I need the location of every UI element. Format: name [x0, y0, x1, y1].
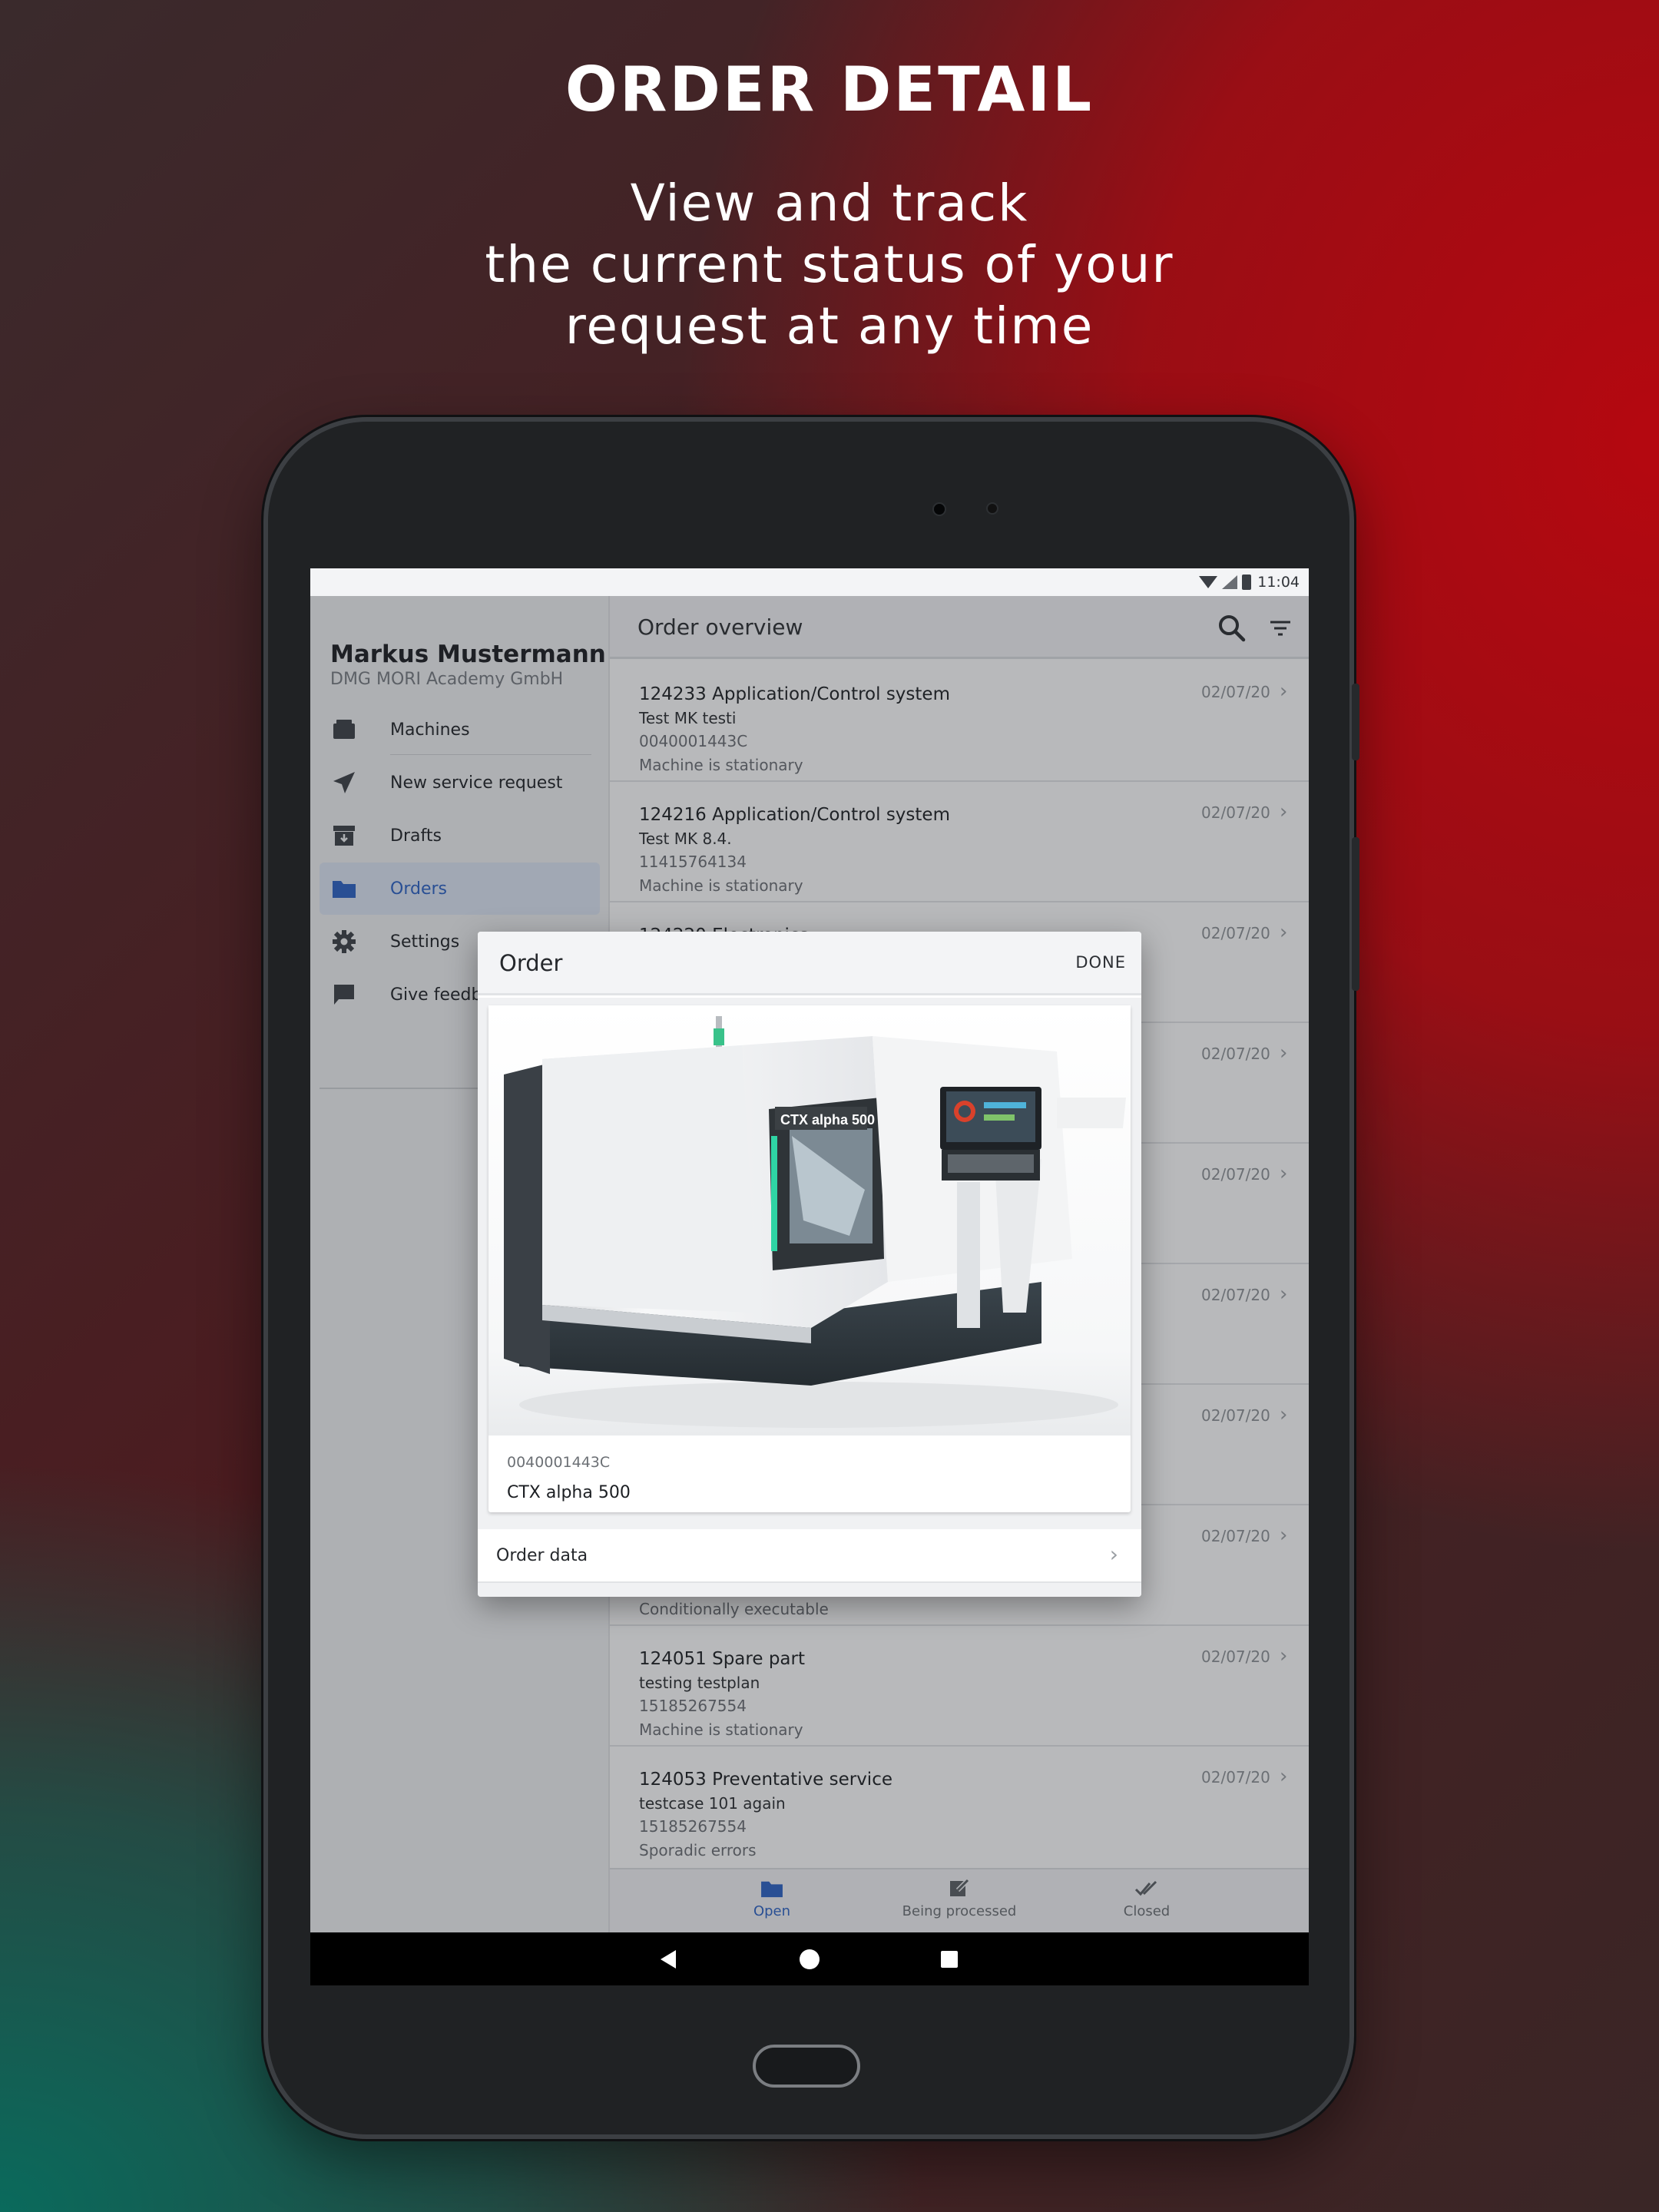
sensor — [986, 502, 998, 515]
machine-number: 0040001443C — [507, 1454, 611, 1471]
signal-icon — [1222, 575, 1238, 589]
volume-button — [1352, 684, 1359, 760]
promo-subtitle-line: the current status of your — [485, 235, 1174, 294]
home-button[interactable] — [753, 2045, 860, 2088]
machine-image: CTX alpha 500 — [488, 1005, 1131, 1435]
machine-badge: CTX alpha 500 — [780, 1112, 875, 1128]
order-data-label: Order data — [496, 1546, 588, 1565]
done-button[interactable]: DONE — [1075, 953, 1126, 972]
promo-subtitle-line: View and track — [630, 174, 1029, 233]
power-button — [1352, 837, 1359, 991]
order-data-row[interactable]: Order data › — [478, 1529, 1141, 1583]
promo-title: ORDER DETAIL — [565, 54, 1094, 125]
status-bar: 11:04 — [310, 568, 1309, 596]
dialog-header: Order DONE — [478, 932, 1141, 995]
front-camera — [932, 502, 946, 516]
machine-card[interactable]: CTX alpha 500 0040001443C CTX alpha 500 — [488, 1005, 1131, 1512]
dialog-body: CTX alpha 500 0040001443C CTX alpha 500 … — [478, 998, 1141, 1597]
recent-apps-icon[interactable] — [941, 1951, 958, 1968]
status-time: 11:04 — [1257, 574, 1300, 591]
promo-subtitle-line: request at any time — [565, 296, 1094, 356]
back-icon[interactable] — [661, 1950, 676, 1969]
system-navigation-bar — [310, 1932, 1309, 1985]
dialog-title: Order — [499, 950, 563, 976]
wifi-icon — [1199, 576, 1218, 588]
chevron-right-icon: › — [1109, 1541, 1118, 1567]
battery-icon — [1242, 575, 1252, 590]
machine-name: CTX alpha 500 — [507, 1483, 631, 1502]
order-dialog: Order DONE CTX alpha 500 0040001443C CTX… — [478, 932, 1141, 1597]
promo-subtitle: View and track the current status of you… — [0, 173, 1659, 357]
home-icon[interactable] — [800, 1949, 820, 1969]
